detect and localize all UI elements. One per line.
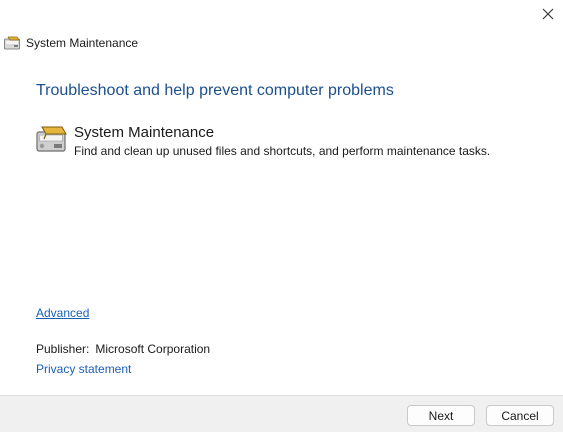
troubleshooter-window: System Maintenance Troubleshoot and help…	[0, 0, 563, 432]
privacy-statement-link[interactable]: Privacy statement	[36, 362, 131, 376]
publisher-label: Publisher:	[36, 342, 90, 356]
close-icon	[542, 8, 554, 20]
publisher-value: Microsoft Corporation	[95, 342, 211, 356]
close-button[interactable]	[533, 0, 563, 28]
task-title: System Maintenance	[74, 124, 215, 141]
task-description: Find and clean up unused files and short…	[74, 144, 491, 158]
window-title: System Maintenance	[26, 36, 139, 50]
publisher-info: Publisher: Microsoft Corporation	[36, 342, 210, 356]
page-heading: Troubleshoot and help prevent computer p…	[36, 82, 394, 99]
maintenance-icon	[4, 36, 20, 50]
title-bar: System Maintenance	[4, 34, 138, 52]
footer-bar: Next Cancel	[0, 395, 563, 432]
maintenance-tools-icon	[36, 126, 67, 152]
next-button[interactable]: Next	[407, 405, 475, 426]
maintenance-task: System Maintenance Find and clean up unu…	[36, 124, 490, 159]
advanced-link[interactable]: Advanced	[36, 306, 89, 320]
cancel-button[interactable]: Cancel	[486, 405, 554, 426]
